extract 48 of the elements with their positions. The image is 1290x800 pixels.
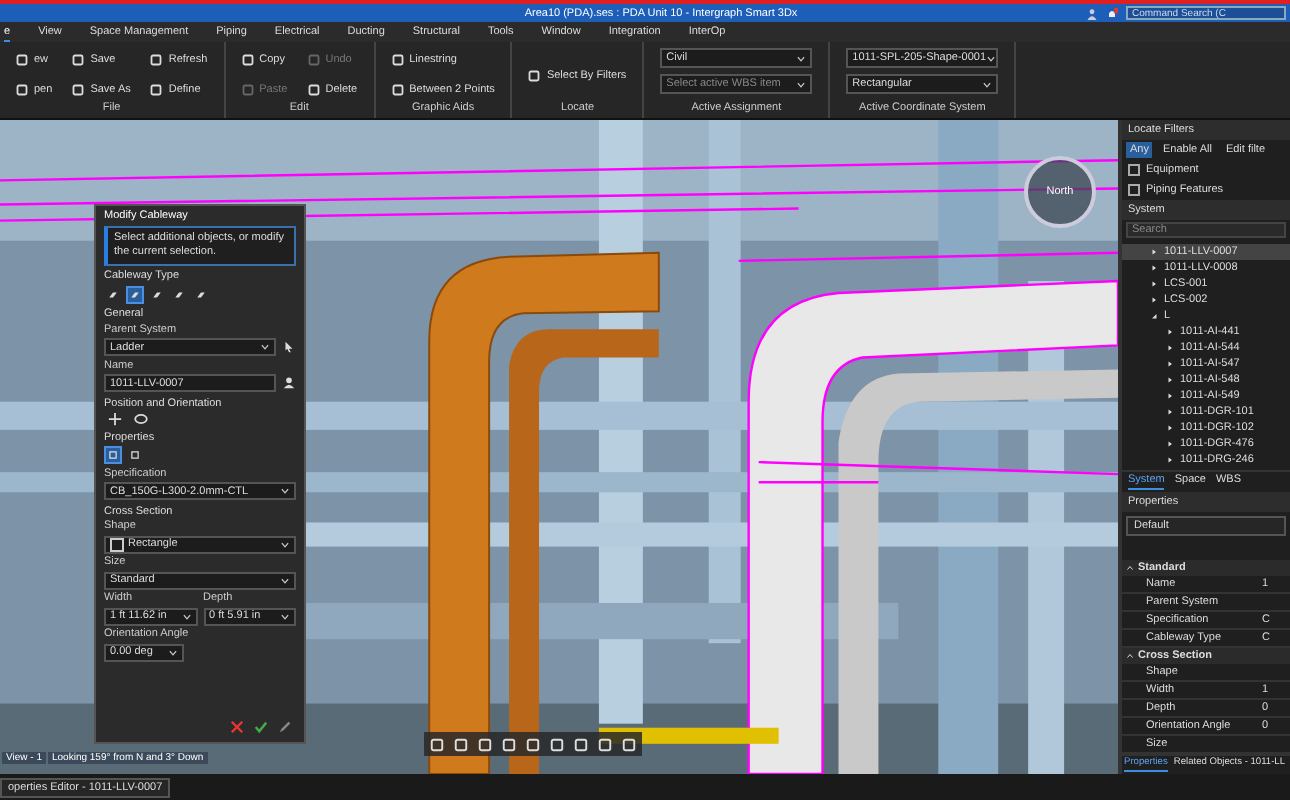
move-icon[interactable] [108,412,122,427]
square-icon [16,54,28,67]
tray-icon [108,289,118,300]
checkbox[interactable] [1128,164,1140,176]
square-icon [130,450,140,461]
square-icon [241,54,254,67]
tray-icon [152,289,162,300]
caret-icon [181,611,191,622]
close-icon[interactable] [230,720,244,734]
caret-icon [280,611,290,622]
square-icon [307,54,320,67]
square-icon [150,83,163,96]
square-icon [72,83,85,96]
caret-icon [260,342,270,353]
tray-icon [174,289,184,300]
square-icon [528,69,541,81]
square-icon [241,83,254,96]
square-icon [307,83,320,96]
square-icon [391,83,404,96]
caret-icon [280,575,290,586]
caret-icon [280,486,290,497]
property-view-button[interactable] [126,446,144,465]
person-icon[interactable] [282,376,296,391]
bell-icon[interactable] [1106,7,1118,19]
checkmark-icon[interactable] [254,720,268,734]
caret-icon [168,647,178,658]
tray-icon [196,289,206,300]
caret-icon [280,539,290,550]
square-icon [72,54,85,67]
cableway-type-button[interactable] [126,285,144,304]
caret-icon [986,53,997,63]
pencil-icon[interactable] [278,720,292,734]
property-view-button[interactable] [104,446,122,465]
checkbox[interactable] [1128,184,1140,196]
caret-icon [796,53,807,63]
rectangle-icon [110,537,124,552]
caret-icon [982,79,993,89]
pointer-icon[interactable] [282,340,296,355]
square-icon [391,54,404,67]
square-icon [16,83,28,96]
caret-icon[interactable] [1126,564,1134,572]
tray-icon [130,289,140,300]
collapse-arrow-icon[interactable] [1150,312,1158,320]
caret-icon [796,79,807,89]
rotate-icon[interactable] [134,412,148,427]
caret-icon[interactable] [1126,652,1134,660]
square-icon [108,450,118,461]
square-icon [150,54,163,67]
